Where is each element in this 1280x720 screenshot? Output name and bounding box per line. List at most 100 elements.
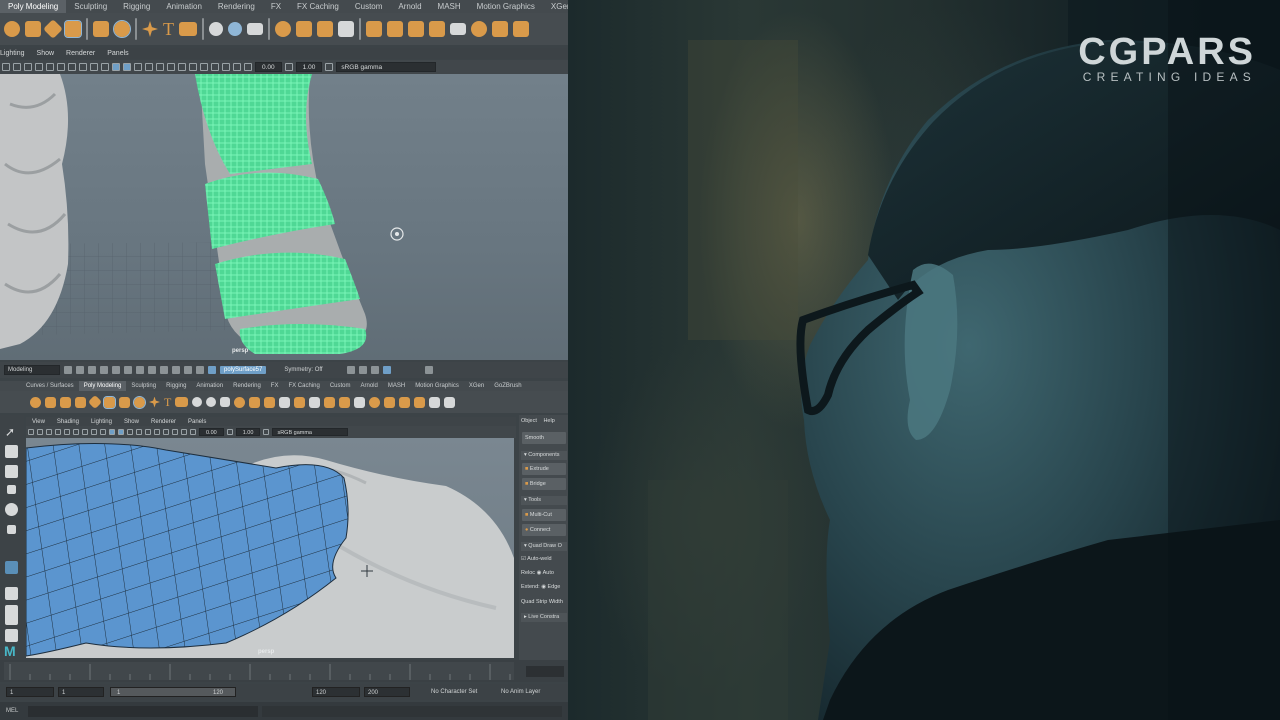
extrude-icon[interactable] <box>366 21 382 37</box>
target-weld-icon[interactable] <box>471 21 487 37</box>
diamond-icon[interactable] <box>43 19 63 39</box>
smooth-icon[interactable] <box>275 21 291 37</box>
lasso-tool-icon[interactable] <box>5 445 18 458</box>
snap-live-icon[interactable] <box>208 366 216 374</box>
wireframe-icon[interactable] <box>46 429 52 435</box>
motion-blur-icon[interactable] <box>178 63 186 71</box>
grid-icon[interactable] <box>13 63 21 71</box>
render-view-icon[interactable] <box>346 366 355 374</box>
tab-fx[interactable]: FX <box>266 381 284 391</box>
smooth-shade-icon[interactable] <box>109 429 115 435</box>
cone-icon[interactable] <box>75 396 86 408</box>
fill-hole-icon[interactable] <box>429 21 445 37</box>
tab-sculpting[interactable]: Sculpting <box>126 381 161 391</box>
depth-of-field-icon[interactable] <box>200 63 208 71</box>
resolution-gate-icon[interactable] <box>73 429 79 435</box>
slide-edge-icon[interactable] <box>429 396 441 408</box>
svg-icon[interactable] <box>175 397 189 407</box>
menu-panels[interactable]: Panels <box>101 50 134 57</box>
viewport-persp-top[interactable]: persp <box>0 74 568 360</box>
extend-option[interactable]: Extend: ◉ Edge <box>521 584 560 590</box>
shadows-icon[interactable] <box>145 429 151 435</box>
menu-show[interactable]: Show <box>31 50 61 57</box>
svg-icon[interactable] <box>179 22 197 36</box>
cylinder-icon[interactable] <box>60 396 71 408</box>
platonic-icon[interactable] <box>149 396 160 408</box>
two-view-icon[interactable] <box>5 629 18 642</box>
undo-icon[interactable] <box>100 366 108 374</box>
gamma-field[interactable]: 1.00 <box>235 428 261 436</box>
separate-icon[interactable] <box>220 397 231 407</box>
menu-object[interactable]: Object <box>521 418 537 424</box>
xray-joints-icon[interactable] <box>222 63 230 71</box>
xray-components-icon[interactable] <box>181 429 187 435</box>
sphere-icon[interactable] <box>4 21 20 37</box>
character-set-dropdown[interactable]: No Character Set <box>428 687 490 697</box>
lights-icon[interactable] <box>145 63 153 71</box>
tab-rendering[interactable]: Rendering <box>228 381 266 391</box>
menu-shading[interactable]: Shading <box>51 419 85 425</box>
tab-motion-graphics[interactable]: Motion Graphics <box>410 381 464 391</box>
diamond-icon[interactable] <box>87 394 103 410</box>
camera-icon[interactable] <box>28 429 34 435</box>
field-chart-icon[interactable] <box>91 429 97 435</box>
uv-icon[interactable] <box>492 21 508 37</box>
time-slider[interactable] <box>0 660 568 682</box>
xray-icon[interactable] <box>163 429 169 435</box>
menu-lighting[interactable]: Lighting <box>85 419 118 425</box>
fill-hole-icon[interactable] <box>339 396 351 408</box>
tab-xgen[interactable]: XGen <box>543 0 568 13</box>
tab-motion-graphics[interactable]: Motion Graphics <box>469 0 543 13</box>
color-space-dropdown[interactable]: sRGB gamma <box>272 428 349 436</box>
gamma-icon[interactable] <box>226 429 233 435</box>
merge-icon[interactable] <box>354 396 366 408</box>
image-plane-icon[interactable] <box>46 63 54 71</box>
auto-weld-checkbox[interactable]: ☑ Auto-weld <box>521 556 552 562</box>
tab-fx[interactable]: FX <box>263 0 289 13</box>
multicut-icon[interactable] <box>399 396 411 408</box>
playback-end-field[interactable]: 120 <box>312 687 360 697</box>
connect-icon[interactable] <box>414 396 426 408</box>
tab-arnold[interactable]: Arnold <box>356 381 383 391</box>
scale-tool-icon[interactable] <box>7 525 16 534</box>
select-object-icon[interactable] <box>136 366 144 374</box>
cube-icon[interactable] <box>45 396 56 408</box>
tab-custom[interactable]: Custom <box>347 0 391 13</box>
reduce-icon[interactable] <box>296 21 312 37</box>
torus-icon[interactable] <box>64 20 82 38</box>
symmetry-dropdown[interactable]: Symmetry: Off <box>284 367 322 373</box>
mirror-icon[interactable] <box>338 21 354 37</box>
snap-point-icon[interactable] <box>184 366 192 374</box>
safe-action-icon[interactable] <box>82 429 88 435</box>
exposure-icon[interactable] <box>190 429 196 435</box>
xray-components-icon[interactable] <box>233 63 241 71</box>
wireframe-on-shaded-icon[interactable] <box>123 63 131 71</box>
platonic-icon[interactable] <box>142 21 158 37</box>
color-management-icon[interactable] <box>263 429 270 435</box>
tab-rigging[interactable]: Rigging <box>161 381 191 391</box>
command-input[interactable] <box>28 706 258 717</box>
select-hierarchy-icon[interactable] <box>124 366 132 374</box>
range-slider-bar[interactable]: 1 120 <box>110 687 236 697</box>
color-space-dropdown[interactable]: sRGB gamma <box>336 62 437 72</box>
tab-xgen[interactable]: XGen <box>464 381 489 391</box>
smooth-button[interactable]: Smooth <box>522 432 566 444</box>
text-icon[interactable]: T <box>163 20 174 38</box>
bridge-button[interactable]: ■ Bridge <box>522 478 566 490</box>
tab-animation[interactable]: Animation <box>158 0 210 13</box>
menu-lighting[interactable]: Lighting <box>0 50 31 57</box>
hypershade-icon[interactable] <box>424 366 433 374</box>
camera-icon[interactable] <box>2 63 10 71</box>
tab-rigging[interactable]: Rigging <box>115 0 158 13</box>
field-chart-icon[interactable] <box>79 63 87 71</box>
tools-section[interactable]: ▾ Tools <box>521 496 567 505</box>
resolution-gate-icon[interactable] <box>57 63 65 71</box>
isolate-icon[interactable] <box>101 63 109 71</box>
gate-mask-icon[interactable] <box>90 63 98 71</box>
quad-draw-tool-icon[interactable] <box>5 561 18 574</box>
anim-layer-dropdown[interactable]: No Anim Layer <box>498 687 566 697</box>
textured-icon[interactable] <box>127 429 133 435</box>
bevel-icon[interactable] <box>408 21 424 37</box>
viewport-persp-bottom[interactable]: persp <box>26 438 514 658</box>
ambient-occlusion-icon[interactable] <box>154 429 160 435</box>
